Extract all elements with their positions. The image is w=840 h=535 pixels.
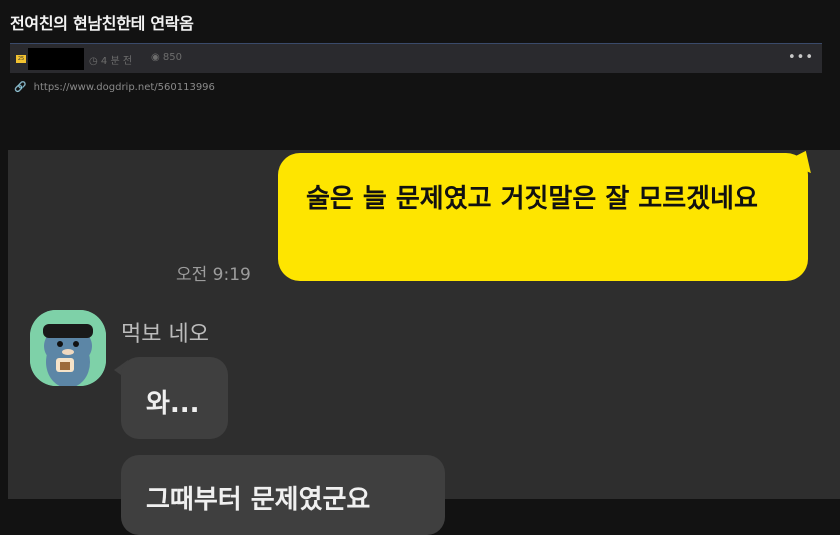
sender-name: 먹보 네오 xyxy=(121,322,209,347)
other-message-bubble: 그때부터 문제였군요 xyxy=(121,455,445,535)
post-time: ◷ 4 분 전 xyxy=(89,52,132,67)
eye-icon: ◉ xyxy=(151,52,160,63)
other-message-bubble: 와... xyxy=(121,357,228,439)
neo-character-icon xyxy=(30,310,106,386)
post-views: ◉ 850 xyxy=(151,52,182,63)
chat-screenshot: 술은 늘 문제였고 거짓말은 잘 모르겠네요 오전 9:19 먹보 네오 와..… xyxy=(8,144,840,535)
post-link[interactable]: 🔗 https://www.dogdrip.net/560113996 xyxy=(14,82,215,93)
post-meta-bar: 25 ◷ 4 분 전 ◉ 850 ••• xyxy=(10,43,822,73)
avatar xyxy=(30,310,106,386)
post-time-text: 4 분 전 xyxy=(100,56,133,67)
post-views-text: 850 xyxy=(162,52,183,63)
my-message-bubble: 술은 늘 문제였고 거짓말은 잘 모르겠네요 xyxy=(278,153,808,281)
link-icon: 🔗 xyxy=(14,82,27,93)
more-options-icon[interactable]: ••• xyxy=(788,50,814,65)
clock-icon: ◷ xyxy=(89,56,98,67)
redacted-author xyxy=(28,48,84,70)
post-link-text[interactable]: https://www.dogdrip.net/560113996 xyxy=(34,82,215,93)
my-message-time: 오전 9:19 xyxy=(176,265,251,285)
level-badge-icon: 25 xyxy=(16,55,26,63)
post-title: 전여친의 현남친한테 연락옴 xyxy=(10,14,194,33)
